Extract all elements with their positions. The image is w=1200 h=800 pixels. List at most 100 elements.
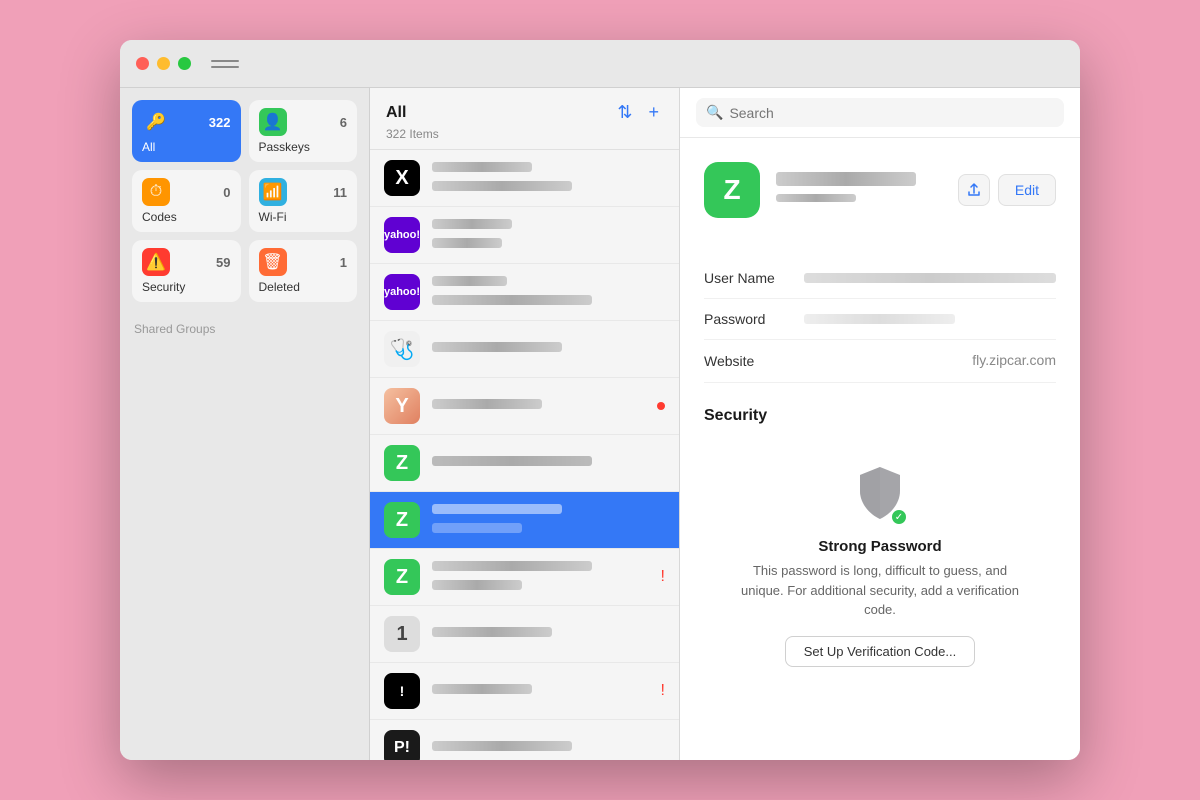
titlebar [120, 40, 1080, 88]
security-card: ✓ Strong Password This password is long,… [704, 445, 1056, 687]
deleted-label: Deleted [259, 280, 348, 294]
item-detail [432, 521, 665, 538]
main-window: 🔑 322 All 👤 6 Passkeys ⏱ [120, 40, 1080, 760]
item-name [432, 502, 665, 519]
list-item[interactable]: P! [370, 720, 679, 760]
item-icon: yahoo! [384, 217, 420, 253]
list-item[interactable]: ! ! [370, 663, 679, 720]
item-name [432, 682, 649, 699]
sidebar: 🔑 322 All 👤 6 Passkeys ⏱ [120, 88, 370, 760]
security-icon-wrap: ✓ [856, 465, 904, 526]
item-icon: X [384, 160, 420, 196]
main-content: 🔑 322 All 👤 6 Passkeys ⏱ [120, 88, 1080, 760]
search-input[interactable] [729, 105, 1054, 121]
item-icon: P! [384, 730, 420, 760]
list-item[interactable]: Z [370, 492, 679, 549]
security-description: This password is long, difficult to gues… [740, 561, 1020, 620]
passkeys-icon: 👤 [259, 108, 287, 136]
item-name [432, 739, 665, 756]
item-detail [432, 293, 665, 310]
list-items: X yahoo! yahoo! [370, 150, 679, 760]
item-name [432, 454, 665, 471]
item-icon: Z [384, 502, 420, 538]
list-subtitle: 322 Items [386, 127, 663, 141]
detail-panel: 🔍 Z [680, 88, 1080, 760]
traffic-lights [136, 57, 191, 70]
item-detail [432, 179, 665, 196]
list-title: All [386, 104, 406, 122]
security-section-title: Security [704, 407, 1056, 425]
wifi-label: Wi-Fi [259, 210, 348, 224]
passkeys-count: 6 [340, 115, 347, 130]
website-value[interactable]: fly.zipcar.com [972, 352, 1056, 368]
search-bar: 🔍 [680, 88, 1080, 138]
username-value [804, 273, 1056, 283]
list-item[interactable]: 🩺 [370, 321, 679, 378]
codes-icon: ⏱ [142, 178, 170, 206]
username-field: User Name [704, 258, 1056, 299]
list-item[interactable]: Z [370, 435, 679, 492]
security-section: Security ✓ Strong Password This password… [704, 407, 1056, 687]
item-name [432, 274, 665, 291]
item-name [432, 160, 665, 177]
item-icon: 1 [384, 616, 420, 652]
sidebar-item-deleted[interactable]: 🗑 1 Deleted [249, 240, 358, 302]
list-item[interactable]: 1 [370, 606, 679, 663]
check-badge: ✓ [890, 508, 908, 526]
security-icon: ⚠️ [142, 248, 170, 276]
all-label: All [142, 140, 231, 154]
list-header: All ⇅ + 322 Items [370, 88, 679, 150]
item-name [432, 397, 645, 414]
item-name [432, 559, 649, 576]
all-count: 322 [209, 115, 231, 130]
sidebar-item-wifi[interactable]: 📶 11 Wi-Fi [249, 170, 358, 232]
list-item[interactable]: Y [370, 378, 679, 435]
minimize-button[interactable] [157, 57, 170, 70]
codes-count: 0 [223, 185, 230, 200]
detail-app-name [776, 172, 916, 186]
sidebar-item-codes[interactable]: ⏱ 0 Codes [132, 170, 241, 232]
item-name [432, 217, 665, 234]
item-icon: Z [384, 445, 420, 481]
codes-label: Codes [142, 210, 231, 224]
add-button[interactable]: + [644, 100, 663, 125]
item-warning-badge [657, 402, 665, 410]
list-panel: All ⇅ + 322 Items X [370, 88, 680, 760]
passkeys-label: Passkeys [259, 140, 348, 154]
item-name [432, 340, 665, 357]
username-label: User Name [704, 270, 804, 286]
sidebar-item-passkeys[interactable]: 👤 6 Passkeys [249, 100, 358, 162]
maximize-button[interactable] [178, 57, 191, 70]
item-icon: ! [384, 673, 420, 709]
password-value [804, 314, 955, 324]
security-label: Security [142, 280, 231, 294]
password-field: Password [704, 299, 1056, 340]
shared-groups-label: Shared Groups [132, 318, 357, 340]
setup-verification-button[interactable]: Set Up Verification Code... [785, 636, 975, 667]
list-item[interactable]: yahoo! [370, 264, 679, 321]
sidebar-item-security[interactable]: ⚠️ 59 Security [132, 240, 241, 302]
website-label: Website [704, 353, 804, 369]
share-button[interactable] [958, 174, 990, 206]
security-count: 59 [216, 255, 230, 270]
share-icon [966, 182, 982, 198]
all-icon: 🔑 [142, 108, 170, 136]
sidebar-toggle-button[interactable] [211, 54, 239, 74]
website-field: Website fly.zipcar.com [704, 340, 1056, 383]
edit-button[interactable]: Edit [998, 174, 1056, 206]
item-name [432, 625, 665, 642]
close-button[interactable] [136, 57, 149, 70]
sort-button[interactable]: ⇅ [613, 100, 636, 125]
sidebar-item-all[interactable]: 🔑 322 All [132, 100, 241, 162]
wifi-icon: 📶 [259, 178, 287, 206]
item-detail [432, 236, 665, 253]
wifi-count: 11 [333, 185, 347, 200]
item-icon: Y [384, 388, 420, 424]
detail-header: Z Edit [704, 162, 1056, 234]
list-item[interactable]: X [370, 150, 679, 207]
list-item[interactable]: Z ! [370, 549, 679, 606]
list-item[interactable]: yahoo! [370, 207, 679, 264]
item-icon: Z [384, 559, 420, 595]
security-status: Strong Password [818, 538, 941, 555]
warning-icon: ! [661, 568, 665, 586]
